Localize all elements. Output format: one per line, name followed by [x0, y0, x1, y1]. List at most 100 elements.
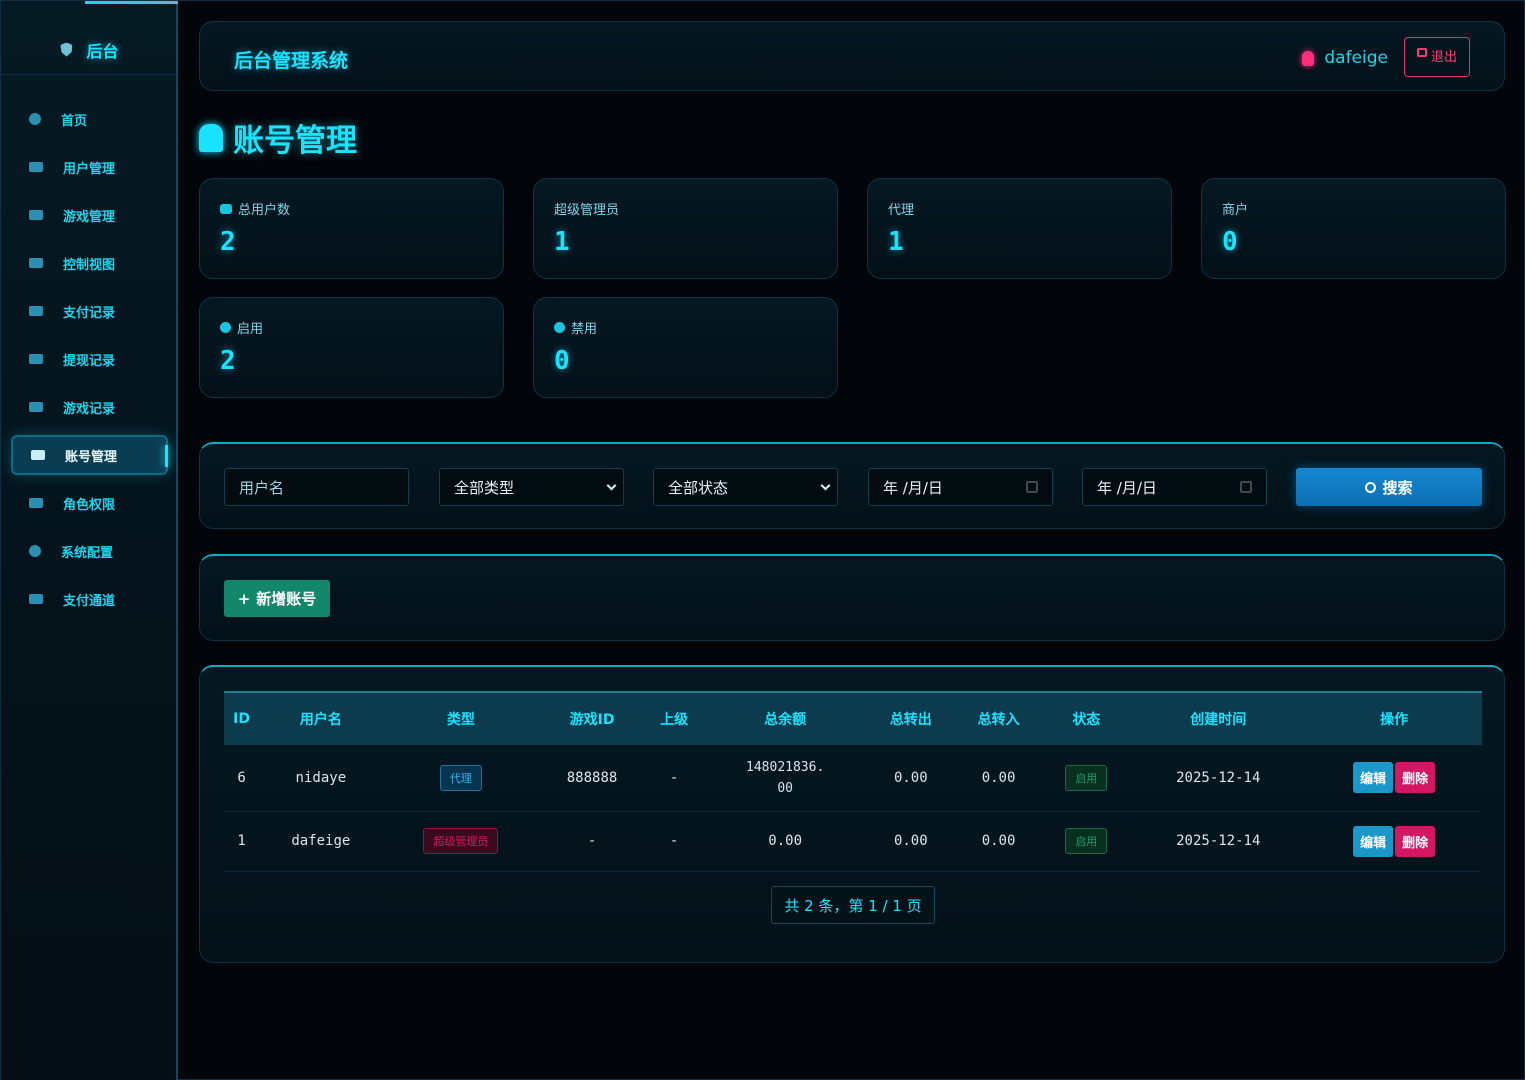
pagination-info: 共 2 条，第 1 / 1 页	[771, 886, 935, 924]
accounts-table: ID 用户名 类型 游戏ID 上级 总余额 总转出 总转入 状态 创建时间 操作	[224, 691, 1482, 872]
app-title: 后台管理系统	[234, 50, 349, 72]
sidebar-item-settings[interactable]: 系统配置	[11, 531, 168, 571]
list-icon	[29, 402, 43, 412]
search-icon	[1365, 481, 1377, 493]
stat-card-disabled: 禁用 0	[533, 297, 838, 398]
chevron-down-icon	[606, 480, 617, 491]
sidebar-item-label: 支付记录	[63, 305, 116, 321]
stat-card-total-users: 总用户数 2	[199, 178, 504, 279]
sidebar-item-label: 用户管理	[63, 161, 116, 177]
cell-out: 0.00	[893, 833, 928, 849]
current-user: dafeige	[1302, 48, 1388, 68]
edit-button[interactable]: 编辑	[1353, 825, 1394, 857]
stat-value: 1	[554, 227, 570, 257]
username-label: dafeige	[1324, 48, 1388, 68]
date-from-value: 年 /月/日	[883, 478, 943, 497]
sidebar-item-label: 游戏记录	[63, 401, 116, 417]
col-username: 用户名	[299, 712, 342, 728]
delete-button[interactable]: 删除	[1395, 762, 1436, 794]
cell-status: 启用	[1042, 811, 1130, 871]
calendar-icon[interactable]	[1026, 481, 1038, 493]
check-circle-icon	[220, 322, 231, 333]
username-placeholder: 用户名	[239, 478, 285, 497]
col-game-id: 游戏ID	[569, 712, 615, 728]
cell-game-id: -	[587, 833, 597, 849]
sidebar-item-label: 系统配置	[61, 545, 114, 561]
stat-label-text: 代理	[888, 203, 915, 218]
money-icon	[29, 306, 43, 316]
username-search-input[interactable]: 用户名	[224, 468, 409, 506]
users-icon	[220, 203, 232, 214]
page-title-text: 账号管理	[233, 123, 357, 159]
date-to-input[interactable]: 年 /月/日	[1082, 468, 1267, 506]
type-select[interactable]: 全部类型	[439, 468, 624, 506]
add-account-label: 新增账号	[256, 590, 317, 608]
cell-type: 代理	[383, 745, 540, 811]
cell-game-id: 888888	[566, 769, 618, 786]
sidebar-item-accounts[interactable]: 账号管理	[11, 435, 168, 475]
stat-value: 0	[554, 346, 570, 376]
calendar-icon[interactable]	[1240, 481, 1252, 493]
sidebar-top-accent	[85, 1, 178, 4]
sidebar-item-payment-channels[interactable]: 支付通道	[11, 579, 168, 619]
balance-line: 00	[777, 780, 793, 796]
sidebar-item-home[interactable]: 首页	[11, 99, 168, 139]
stat-card-merchants: 商户 0	[1201, 178, 1506, 279]
shield-icon	[29, 498, 43, 508]
col-balance: 总余额	[764, 712, 807, 728]
sidebar-item-game-records[interactable]: 游戏记录	[11, 387, 168, 427]
col-created: 创建时间	[1190, 712, 1247, 728]
sliders-icon	[29, 258, 43, 268]
table-row: 6 nidaye 代理 888888 - 148021836. 00 0.00 0…	[224, 745, 1482, 811]
search-button[interactable]: 搜索	[1296, 468, 1482, 506]
status-badge: 启用	[1065, 764, 1108, 791]
qrcode-icon	[29, 594, 43, 604]
search-button-label: 搜索	[1382, 478, 1413, 497]
sidebar-item-payments[interactable]: 支付记录	[11, 291, 168, 331]
sidebar-item-label: 游戏管理	[63, 209, 116, 225]
gear-icon	[29, 545, 41, 557]
cell-actions: 编辑 删除	[1306, 745, 1482, 811]
stat-label: 禁用	[554, 318, 597, 337]
date-from-input[interactable]: 年 /月/日	[868, 468, 1053, 506]
brand: 后台	[1, 25, 178, 75]
user-icon	[1302, 50, 1315, 66]
type-badge: 超级管理员	[423, 828, 499, 854]
stat-label: 商户	[1222, 199, 1248, 218]
stat-label-text: 启用	[237, 322, 264, 337]
col-actions: 操作	[1380, 712, 1409, 728]
sidebar-item-label: 首页	[61, 113, 88, 129]
plus-icon: +	[237, 589, 251, 608]
cell-in: 0.00	[981, 769, 1016, 786]
edit-button[interactable]: 编辑	[1353, 762, 1394, 794]
sidebar-item-roles[interactable]: 角色权限	[11, 483, 168, 523]
delete-button[interactable]: 删除	[1395, 825, 1436, 857]
actions-bar: + 新增账号	[199, 554, 1505, 641]
users-icon	[29, 162, 43, 172]
date-to-value: 年 /月/日	[1097, 478, 1157, 497]
sidebar-item-label: 控制视图	[63, 257, 116, 273]
stat-label-text: 超级管理员	[554, 203, 620, 218]
cell-status: 启用	[1042, 745, 1130, 811]
cell-actions: 编辑 删除	[1306, 811, 1482, 871]
sidebar-item-withdrawals[interactable]: 提现记录	[11, 339, 168, 379]
cell-created: 2025-12-14	[1176, 833, 1261, 849]
cell-parent: -	[669, 833, 679, 849]
stat-label-text: 商户	[1222, 203, 1249, 218]
cell-type: 超级管理员	[383, 811, 540, 871]
add-account-button[interactable]: + 新增账号	[224, 580, 330, 617]
sidebar-item-users[interactable]: 用户管理	[11, 147, 168, 187]
sidebar-item-control[interactable]: 控制视图	[11, 243, 168, 283]
cell-username: dafeige	[291, 833, 351, 849]
logout-button[interactable]: 退出	[1404, 37, 1470, 77]
cell-created: 2025-12-14	[1176, 769, 1261, 786]
stat-value: 2	[220, 346, 236, 376]
cell-in: 0.00	[981, 833, 1016, 849]
sidebar: 后台 首页 用户管理 游戏管理 控制视图 支付记录 提现记录 游戏记录 账号管理…	[1, 1, 178, 1080]
col-type: 类型	[446, 712, 475, 728]
status-select[interactable]: 全部状态	[653, 468, 838, 506]
sidebar-item-games[interactable]: 游戏管理	[11, 195, 168, 235]
sidebar-item-label: 账号管理	[65, 449, 118, 465]
cell-balance: 148021836. 00	[703, 745, 867, 811]
status-select-value: 全部状态	[668, 478, 729, 497]
